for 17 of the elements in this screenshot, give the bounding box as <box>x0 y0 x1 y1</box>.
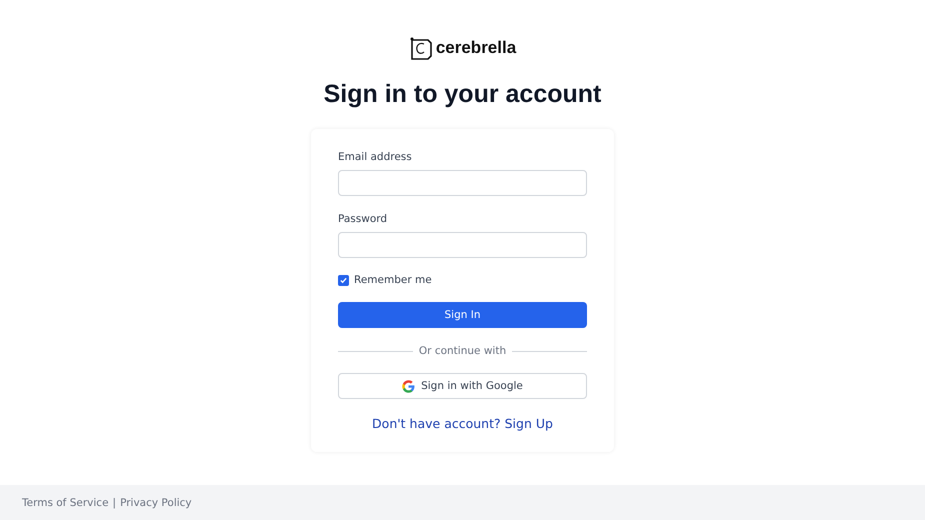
footer-link[interactable]: Privacy Policy <box>120 496 192 508</box>
remember-label: Remember me <box>354 274 432 286</box>
remember-checkbox[interactable] <box>338 274 349 286</box>
password-label: Password <box>338 212 388 226</box>
email-field[interactable] <box>338 170 587 196</box>
logo-icon <box>408 36 433 60</box>
email-label: Email address <box>338 150 413 164</box>
google-icon <box>402 380 416 392</box>
footer-separator: | <box>112 496 116 508</box>
page-title: Sign in to your account <box>324 80 602 108</box>
password-field[interactable] <box>338 232 587 258</box>
logo-text: cerebrella <box>436 38 516 58</box>
sign-up-link[interactable]: Don't have account? Sign Up <box>372 416 553 431</box>
sign-in-button[interactable]: Sign In <box>338 302 587 328</box>
google-sign-in-button[interactable]: Sign in with Google <box>338 373 587 399</box>
divider-text: Or continue with <box>418 345 506 357</box>
footer-link[interactable]: Terms of Service <box>22 496 109 508</box>
